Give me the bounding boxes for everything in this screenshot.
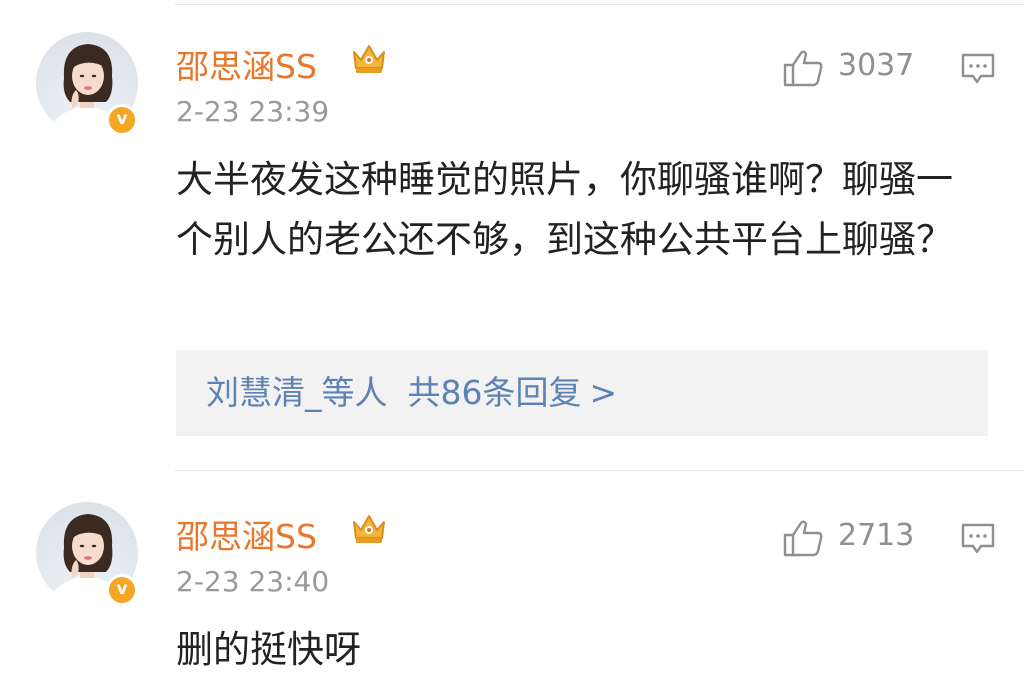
comment-item: v 邵思涵SS 2-23 23:39 3037 大半夜发这种睡觉的照片，你聊骚谁… <box>0 0 1024 470</box>
verified-badge: v <box>106 104 138 136</box>
like-count: 3037 <box>838 48 915 83</box>
replies-summary: 共86条回复 <box>407 373 582 412</box>
comment-divider <box>175 470 1024 471</box>
comment-item: v 邵思涵SS 2-23 23:40 2713 删的挺快呀 <box>0 470 1024 694</box>
crown-icon <box>353 45 385 73</box>
like-count: 2713 <box>838 518 915 553</box>
crown-icon <box>353 515 385 543</box>
chevron-right-icon: > <box>589 373 618 412</box>
replies-users: 刘慧清_等人 <box>206 373 388 412</box>
thumbs-up-icon[interactable] <box>782 48 824 88</box>
username[interactable]: 邵思涵SS <box>176 40 317 88</box>
verified-badge: v <box>106 574 138 606</box>
comment-bubble-icon[interactable] <box>960 50 996 86</box>
replies-link[interactable]: 刘慧清_等人 共86条回复 > <box>176 350 988 436</box>
comment-text: 大半夜发这种睡觉的照片，你聊骚谁啊？聊骚一个别人的老公还不够，到这种公共平台上聊… <box>176 158 953 261</box>
username[interactable]: 邵思涵SS <box>176 510 317 558</box>
comment-text: 删的挺快呀 <box>176 628 361 671</box>
timestamp: 2-23 23:40 <box>176 565 330 598</box>
thumbs-up-icon[interactable] <box>782 518 824 558</box>
timestamp: 2-23 23:39 <box>176 95 330 128</box>
comment-bubble-icon[interactable] <box>960 520 996 556</box>
